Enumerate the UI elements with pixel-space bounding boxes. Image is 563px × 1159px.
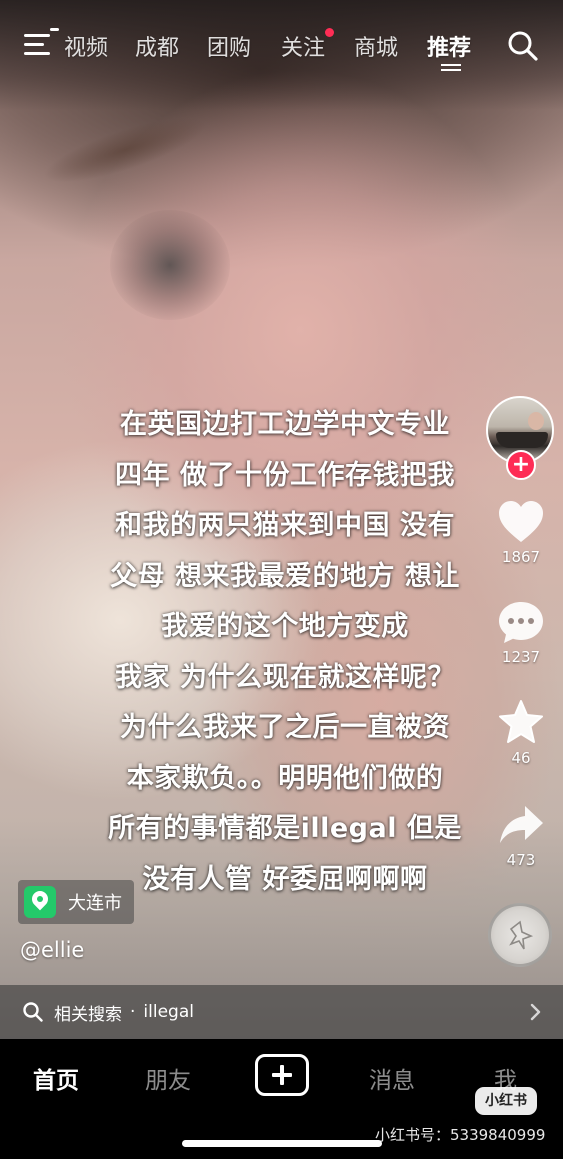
nav-home[interactable]: 首页 [33, 1061, 79, 1095]
chevron-right-icon [530, 1003, 541, 1021]
caption-line: 和我的两只猫来到中国 没有 [115, 510, 455, 541]
like-count: 1867 [501, 548, 541, 566]
caption-line: 在英国边打工边学中文专业 [120, 409, 450, 440]
nav-messages[interactable]: 消息 [369, 1061, 415, 1095]
menu-icon-line [24, 34, 50, 37]
menu-icon-line [24, 43, 44, 46]
tab-following-label: 关注 [281, 36, 326, 61]
share-count: 473 [506, 851, 536, 869]
author-handle[interactable]: @ellie [20, 938, 84, 962]
favorite-count: 46 [511, 749, 531, 767]
caption-line: 四年 做了十份工作存钱把我 [115, 459, 455, 491]
caption-line: 父母 想来我最爱的地方 想让 [110, 560, 460, 592]
video-caption: 在英国边打工边学中文专业 四年 做了十份工作存钱把我 和我的两只猫来到中国 没有… [80, 400, 490, 905]
tab-group-buy[interactable]: 团购 [207, 30, 251, 62]
tab-mall[interactable]: 商城 [354, 30, 398, 62]
comment-bubble-icon [499, 602, 543, 643]
heart-icon [499, 501, 543, 542]
tab-following[interactable]: 关注 [281, 28, 335, 62]
search-icon [508, 31, 538, 61]
tab-chengdu[interactable]: 成都 [135, 30, 179, 62]
like-button[interactable]: 1867 [486, 500, 556, 566]
menu-icon-line [24, 52, 50, 55]
location-chip[interactable]: 大连市 [18, 880, 134, 924]
menu-button[interactable] [24, 28, 59, 58]
caption-line: 所有的事情都是illegal 但是 [108, 813, 462, 844]
favorite-button[interactable]: 46 [486, 699, 556, 767]
nav-friends[interactable]: 朋友 [145, 1061, 191, 1095]
caption-line: 我家 为什么现在就这样呢？ [115, 661, 455, 693]
location-label: 大连市 [68, 893, 122, 914]
active-tab-indicator [441, 64, 461, 72]
caption-line: 我爱的这个地方变成 [161, 611, 409, 642]
caption-line: 本家欺负。。明明他们做的 [126, 762, 444, 794]
share-arrow-icon [500, 806, 543, 843]
related-search-label: 相关搜索 [54, 1004, 122, 1025]
follow-button[interactable]: + [506, 450, 536, 480]
comment-count: 1237 [501, 648, 541, 666]
related-search-term: illegal [143, 1002, 194, 1022]
xiaohongshu-watermark-logo: 小红书 [475, 1087, 537, 1115]
related-search-bar[interactable]: 相关搜索 · illegal [0, 985, 563, 1039]
share-button[interactable]: 473 [486, 803, 556, 869]
avatar-figure [528, 412, 544, 430]
home-indicator[interactable] [182, 1140, 382, 1147]
tab-video[interactable]: 视频 [64, 30, 108, 62]
xiaohongshu-watermark-id: 小红书号：5339840999 [375, 1126, 546, 1144]
video-frame-brow [37, 104, 213, 196]
search-icon [23, 1002, 43, 1022]
music-disc[interactable] [488, 903, 552, 967]
top-nav: 视频 成都 团购 关注 商城 推荐 [0, 22, 563, 72]
caption-line: 没有人管 好委屈啊啊啊 [142, 863, 428, 895]
menu-badge-dot [50, 28, 59, 31]
location-pin-icon [24, 886, 56, 918]
create-post-button[interactable] [255, 1054, 309, 1096]
tab-recommended[interactable]: 推荐 [427, 30, 471, 62]
music-cover-icon [509, 920, 534, 950]
caption-line: 为什么我来了之后一直被资 [120, 712, 450, 743]
following-badge-dot [325, 28, 335, 37]
comment-button[interactable]: 1237 [486, 600, 556, 666]
video-feed-screen: 视频 成都 团购 关注 商城 推荐 在英国边打工边学中文专业 四年 做了十份工作… [0, 0, 563, 1159]
video-frame-eye [110, 210, 230, 320]
search-button[interactable] [507, 30, 539, 62]
avatar-bathtub [496, 432, 548, 448]
star-icon [499, 700, 543, 743]
related-search-separator: · [130, 1002, 136, 1022]
